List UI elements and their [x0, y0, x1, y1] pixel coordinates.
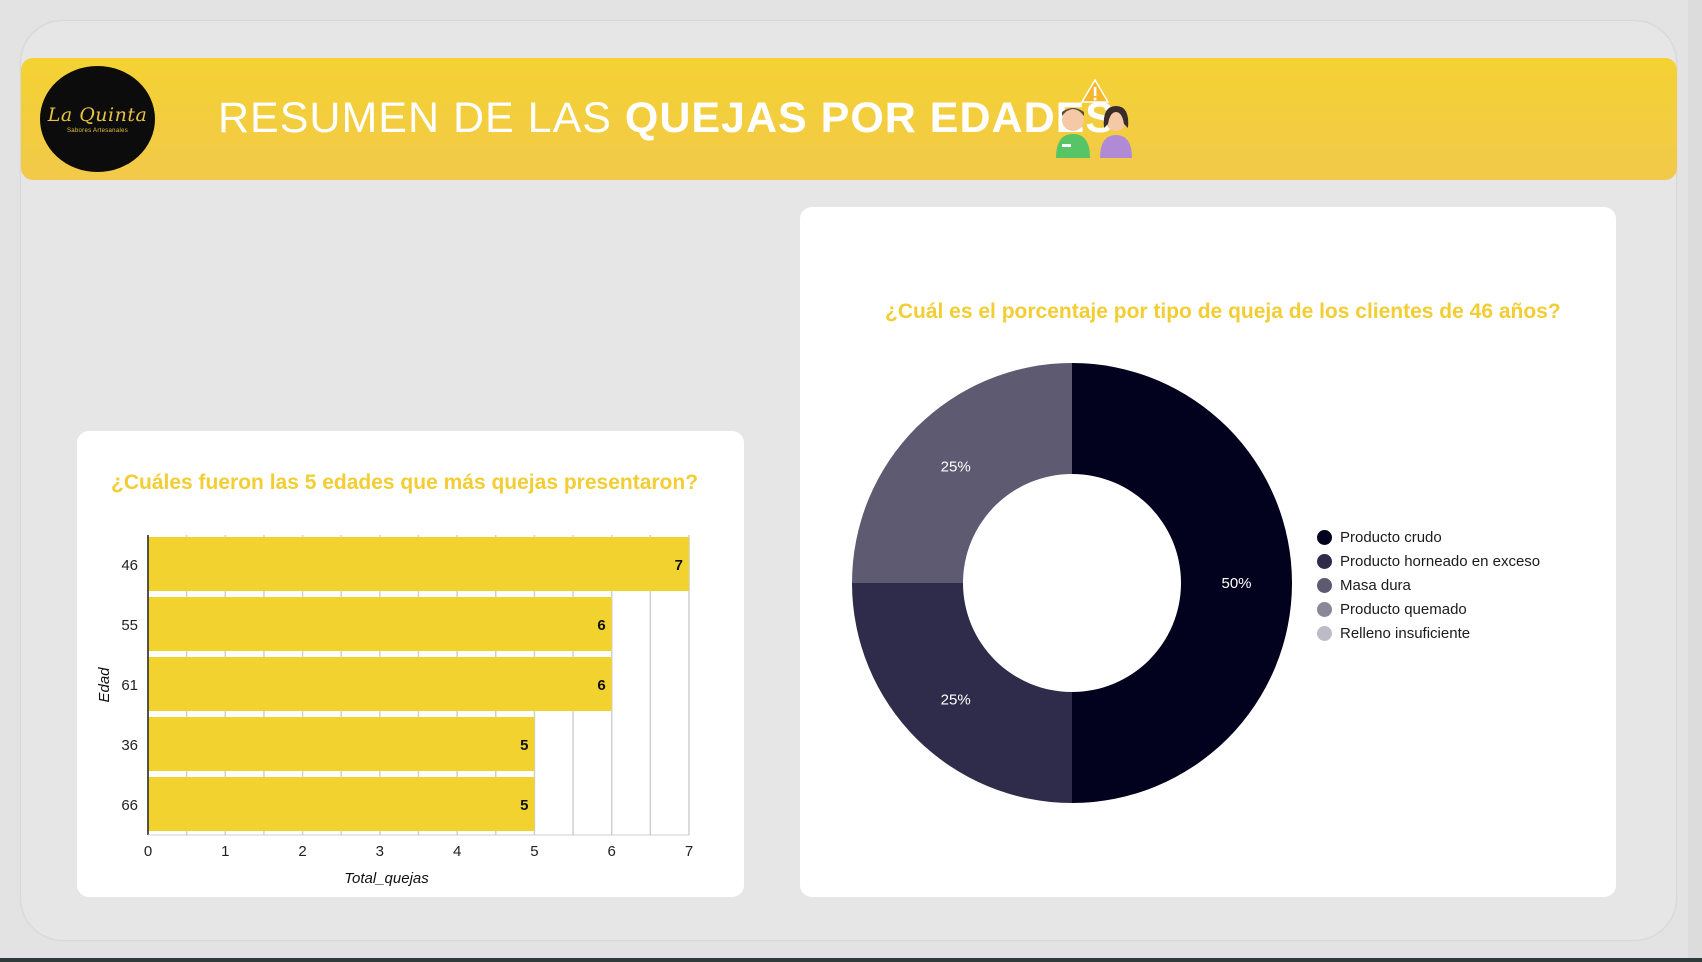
donut-legend: Producto crudo Producto horneado en exces…: [1317, 525, 1540, 645]
page-title-bold: QUEJAS POR EDADES: [624, 94, 1115, 142]
customers-warning-icon: [1056, 78, 1132, 158]
bar: [148, 537, 689, 591]
legend-swatch: [1317, 529, 1332, 545]
category-label: 46: [121, 557, 138, 574]
category-label: 55: [121, 617, 138, 634]
bottom-edge: [0, 958, 1702, 962]
legend-swatch: [1317, 553, 1332, 569]
legend-label: Producto horneado en exceso: [1340, 552, 1541, 570]
page-title: RESUMEN DE LAS QUEJAS POR EDADES: [218, 94, 1115, 143]
legend-item[interactable]: Producto horneado en exceso: [1317, 549, 1540, 573]
slice-percent-label: 25%: [941, 459, 971, 476]
x-tick-label: 4: [453, 843, 461, 860]
legend-swatch: [1317, 577, 1332, 593]
y-axis-title: Edad: [96, 667, 113, 703]
page-title-light: RESUMEN DE LAS: [218, 94, 625, 142]
bar: [148, 717, 535, 771]
bar-value-label: 5: [520, 737, 528, 754]
x-tick-label: 2: [298, 843, 306, 860]
company-logo: La Quinta Sabores Artesanales: [40, 66, 155, 172]
legend-label: Masa dura: [1340, 576, 1411, 594]
bar-chart: 7 46 6 55 6 61 5 36 5 66 0 1 2 3 4 5 6 7 Total_quejas Edad: [96, 535, 693, 887]
logo-tagline: Sabores Artesanales: [66, 128, 129, 134]
x-tick-label: 0: [144, 843, 152, 860]
bar-chart-title: ¿Cuáles fueron las 5 edades que más quej…: [111, 471, 699, 494]
x-tick-label: 6: [608, 843, 616, 860]
legend-item[interactable]: Relleno insuficiente: [1317, 621, 1540, 645]
legend-item[interactable]: Producto quemado: [1317, 597, 1540, 621]
bar: [148, 657, 612, 711]
bar-value-label: 6: [597, 617, 605, 634]
legend-label: Producto quemado: [1340, 600, 1467, 618]
legend-swatch: [1317, 625, 1332, 641]
bar-value-label: 7: [675, 557, 683, 574]
x-tick-label: 3: [376, 843, 384, 860]
legend-label: Relleno insuficiente: [1340, 624, 1471, 642]
legend-label: Producto crudo: [1340, 528, 1442, 546]
slice-percent-label: 50%: [1221, 575, 1251, 592]
x-tick-label: 1: [221, 843, 229, 860]
scrollbar-track: [1688, 0, 1702, 962]
donut-chart: 50% 25% 25%: [852, 363, 1292, 803]
x-tick-label: 7: [685, 843, 693, 860]
category-label: 36: [121, 737, 138, 754]
legend-item[interactable]: Masa dura: [1317, 573, 1540, 597]
x-axis-title: Total_quejas: [344, 870, 429, 887]
donut-slice: [1072, 363, 1292, 803]
legend-item[interactable]: Producto crudo: [1317, 525, 1540, 549]
category-label: 61: [121, 677, 138, 694]
legend-swatch: [1317, 601, 1332, 617]
x-tick-label: 5: [530, 843, 538, 860]
bar: [148, 777, 535, 831]
bar: [148, 597, 612, 651]
logo-brand: La Quinta: [47, 104, 148, 126]
donut-chart-title: ¿Cuál es el porcentaje por tipo de queja…: [885, 300, 1561, 323]
bar-value-label: 5: [520, 797, 528, 814]
bar-value-label: 6: [597, 677, 605, 694]
category-label: 66: [121, 797, 138, 814]
slice-percent-label: 25%: [941, 691, 971, 708]
